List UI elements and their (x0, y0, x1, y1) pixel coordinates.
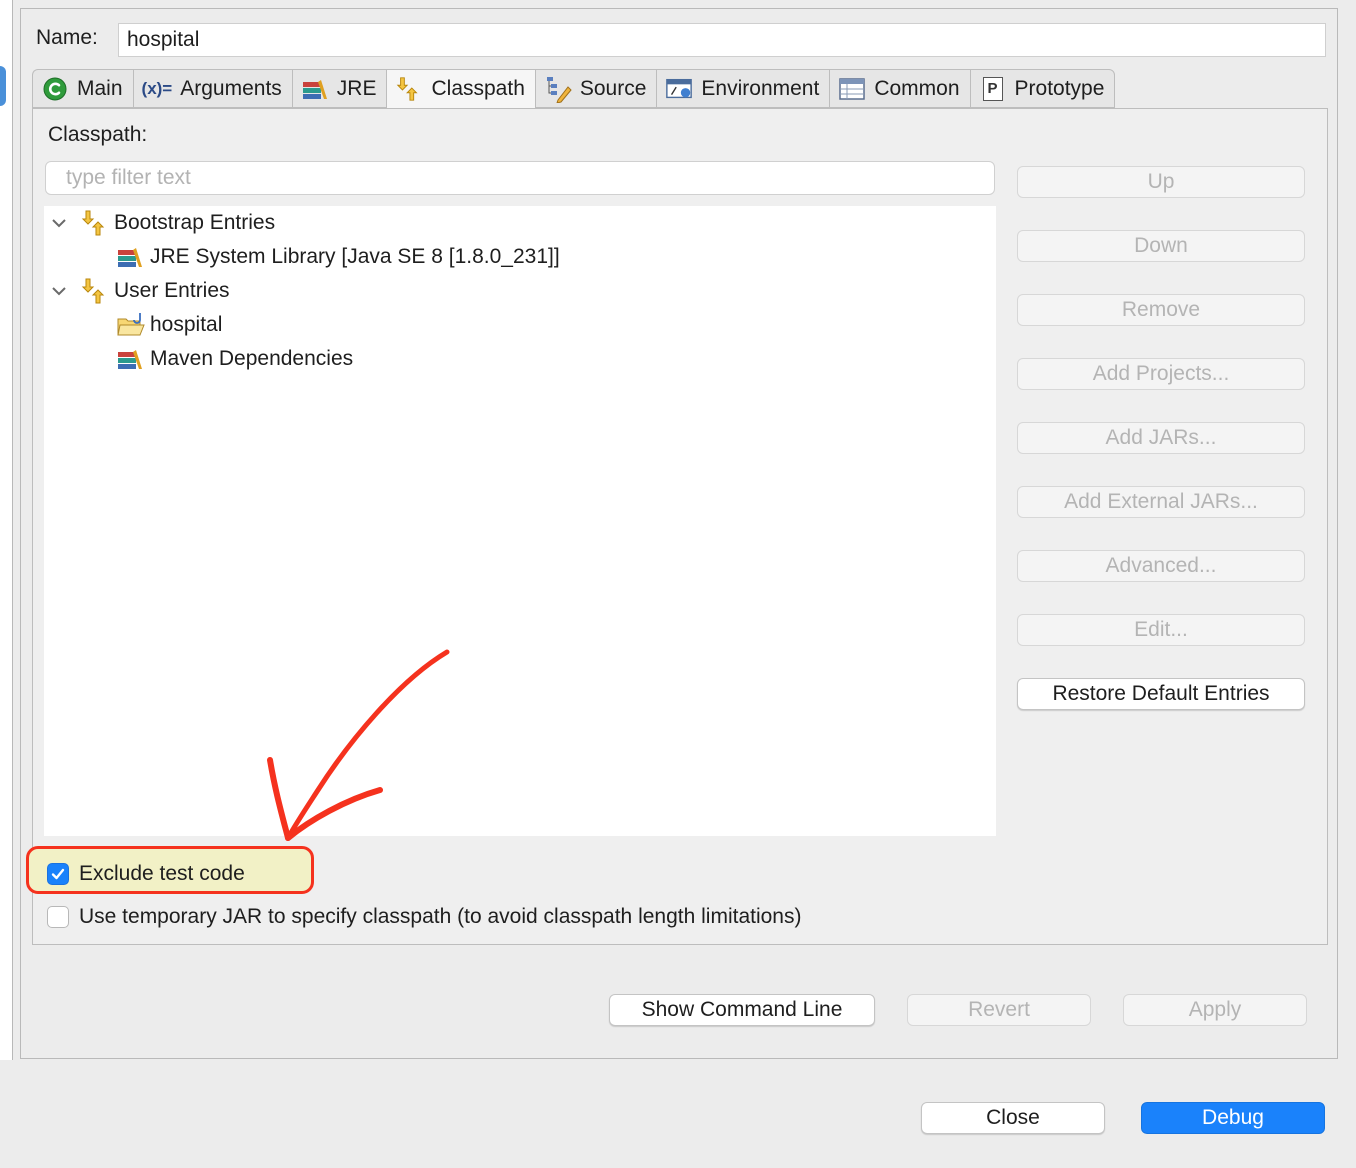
tab-label: Source (579, 76, 647, 100)
close-button[interactable]: Close (921, 1102, 1105, 1134)
temporary-jar-label: Use temporary JAR to specify classpath (… (79, 905, 802, 928)
tab-source[interactable]: Source (534, 69, 657, 108)
classpath-entries-icon (80, 208, 110, 238)
temporary-jar-checkbox[interactable] (47, 906, 69, 928)
tab-classpath[interactable]: Classpath (386, 69, 535, 109)
classpath-label: Classpath: (48, 123, 148, 146)
revert-button[interactable]: Revert (907, 994, 1091, 1026)
classpath-tree[interactable]: Bootstrap Entries JRE System Library [Ja… (44, 206, 996, 836)
project-folder-icon (116, 310, 146, 340)
tab-label: Arguments (180, 76, 282, 100)
library-icon (116, 344, 146, 374)
tab-main[interactable]: Main (32, 69, 133, 108)
advanced-button[interactable]: Advanced... (1017, 550, 1305, 582)
tab-prototype[interactable]: P Prototype (969, 69, 1116, 108)
prototype-p-letter: P (982, 76, 1003, 101)
up-button[interactable]: Up (1017, 166, 1305, 198)
tab-label: Main (77, 76, 123, 100)
name-label: Name: (36, 26, 98, 49)
tree-item-bootstrap-entries[interactable]: Bootstrap Entries (48, 206, 275, 240)
classpath-entries-icon (80, 276, 110, 306)
debug-button[interactable]: Debug (1141, 1102, 1325, 1134)
tab-label: Common (874, 76, 960, 100)
exclude-test-code-label: Exclude test code (79, 862, 245, 885)
tree-item-label: Maven Dependencies (150, 347, 354, 370)
arguments-x-icon: (x)= (141, 78, 173, 98)
add-projects-button[interactable]: Add Projects... (1017, 358, 1305, 390)
classpath-icon (395, 76, 423, 102)
configuration-list-selection (0, 66, 6, 106)
tab-common[interactable]: Common (829, 69, 970, 108)
main-c-icon (41, 76, 69, 102)
tab-label: Environment (701, 76, 820, 100)
exclude-test-code-checkbox[interactable] (47, 863, 69, 885)
chevron-down-icon[interactable] (48, 280, 70, 302)
tab-environment[interactable]: Environment (656, 69, 830, 108)
tree-item-user-entries[interactable]: User Entries (48, 274, 230, 308)
source-icon (544, 76, 572, 103)
down-button[interactable]: Down (1017, 230, 1305, 262)
checkmark-icon (51, 868, 65, 880)
apply-button[interactable]: Apply (1123, 994, 1307, 1026)
edit-button[interactable]: Edit... (1017, 614, 1305, 646)
restore-default-entries-button[interactable]: Restore Default Entries (1017, 678, 1305, 710)
environment-icon (665, 76, 693, 102)
tab-jre[interactable]: JRE (291, 69, 387, 108)
configuration-list-pane[interactable] (0, 0, 13, 1060)
tree-item-label: User Entries (114, 279, 230, 302)
tab-label: Prototype (1014, 76, 1105, 100)
filter-input[interactable] (45, 161, 995, 195)
name-field[interactable] (118, 23, 1326, 57)
show-command-line-button[interactable]: Show Command Line (609, 994, 875, 1026)
prototype-p-icon: P (979, 76, 1007, 102)
tree-item-maven-dependencies[interactable]: Maven Dependencies (116, 342, 353, 376)
temporary-jar-option[interactable]: Use temporary JAR to specify classpath (… (47, 905, 801, 929)
jre-library-icon (301, 76, 329, 102)
tree-item-label: hospital (150, 313, 223, 336)
tree-item-label: JRE System Library [Java SE 8 [1.8.0_231… (150, 245, 560, 268)
tree-item-hospital-project[interactable]: hospital (116, 308, 222, 342)
chevron-down-icon[interactable] (48, 212, 70, 234)
common-table-icon (838, 76, 866, 102)
add-external-jars-button[interactable]: Add External JARs... (1017, 486, 1305, 518)
tab-label: JRE (336, 76, 377, 100)
tab-bar: Main (x)= Arguments JRE Classpath Source… (32, 69, 1116, 109)
tree-item-label: Bootstrap Entries (114, 211, 276, 234)
tab-arguments[interactable]: (x)= Arguments (132, 69, 292, 108)
remove-button[interactable]: Remove (1017, 294, 1305, 326)
tree-item-jre-system-library[interactable]: JRE System Library [Java SE 8 [1.8.0_231… (116, 240, 560, 274)
tab-label: Classpath (431, 77, 525, 100)
library-icon (116, 242, 146, 272)
exclude-test-code-option[interactable]: Exclude test code (47, 862, 245, 886)
add-jars-button[interactable]: Add JARs... (1017, 422, 1305, 454)
